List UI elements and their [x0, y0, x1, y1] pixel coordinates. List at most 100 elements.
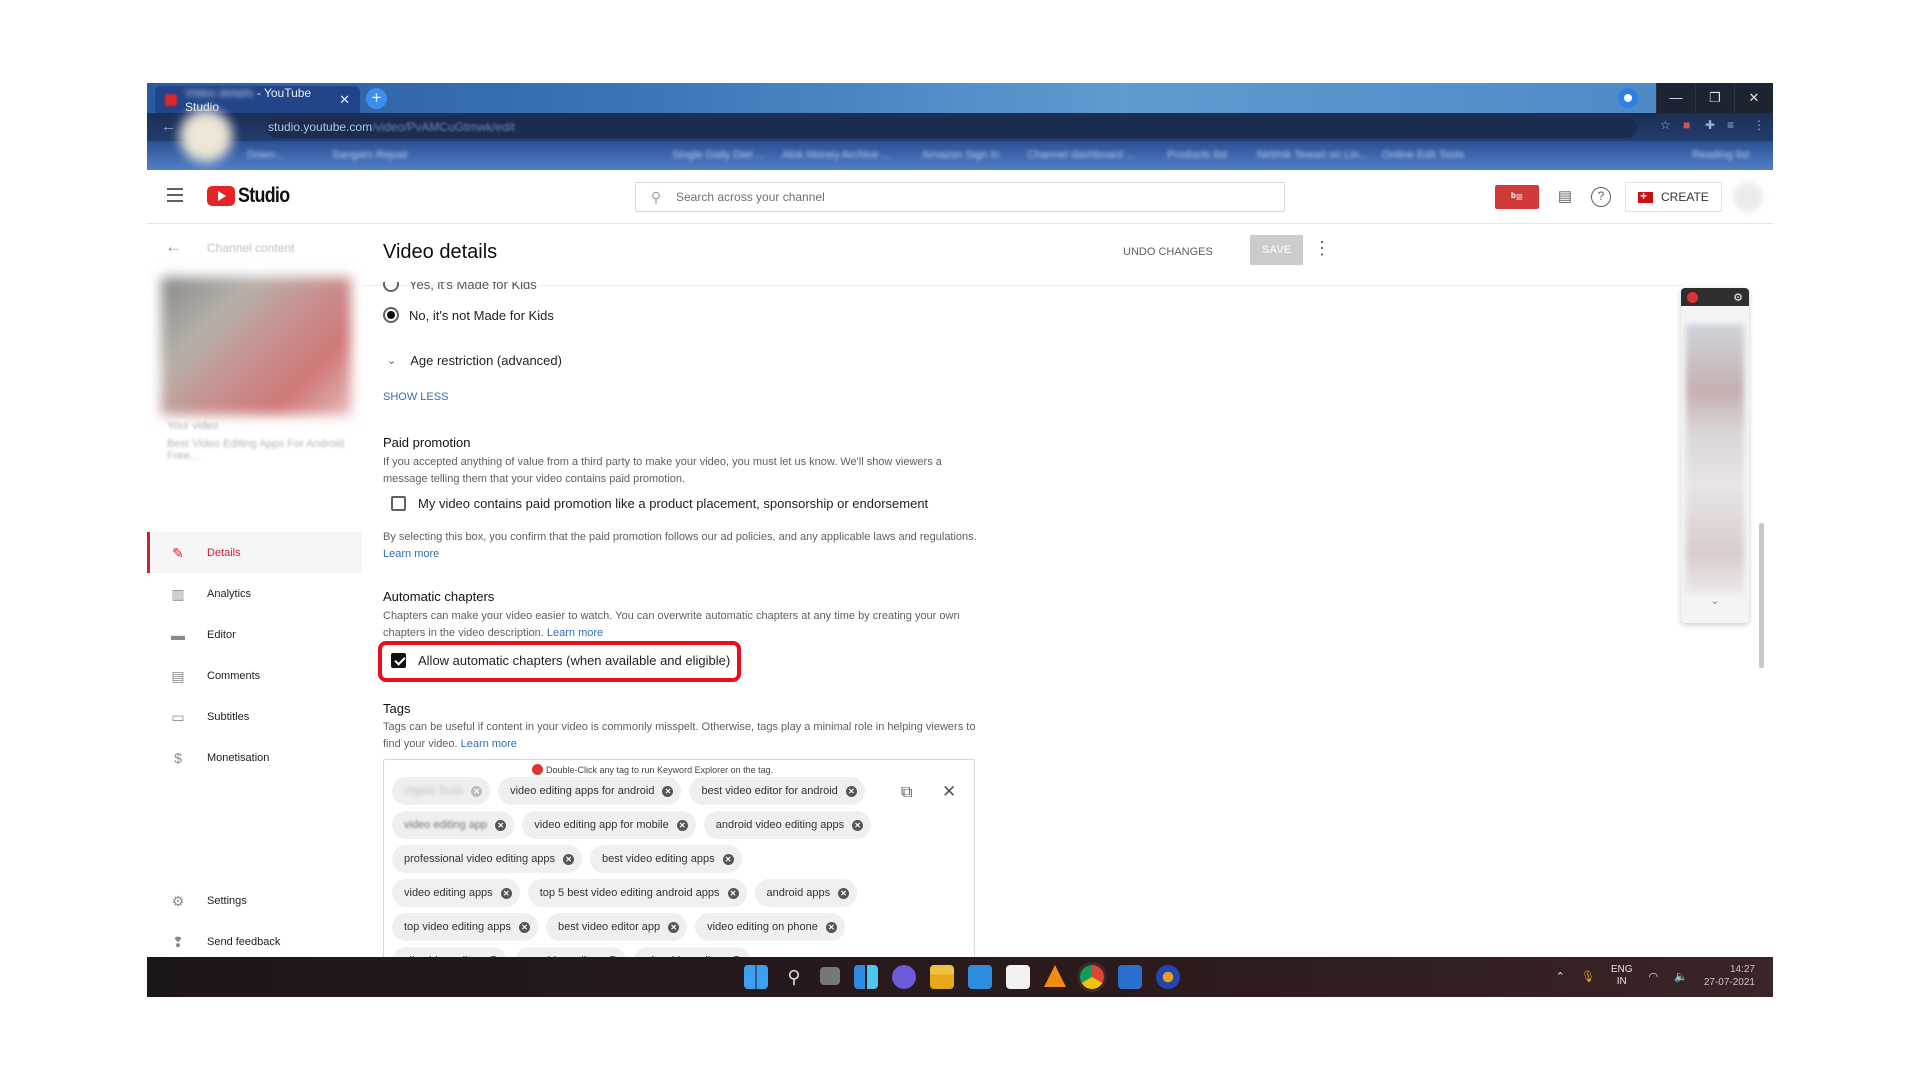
save-button[interactable]: SAVE: [1250, 235, 1303, 265]
microphone-icon[interactable]: 🎙: [1581, 970, 1595, 983]
close-tab-icon[interactable]: ✕: [339, 92, 350, 108]
copy-tags-icon[interactable]: ⧉: [901, 784, 912, 802]
video-thumbnail[interactable]: [161, 277, 351, 415]
gear-icon[interactable]: ⚙: [1733, 291, 1743, 304]
tag-chip[interactable]: best video editor for android ✕: [689, 777, 865, 805]
more-options-icon[interactable]: ⋮: [1313, 239, 1331, 257]
learn-more-link[interactable]: Learn more: [547, 627, 603, 639]
remove-tag-icon[interactable]: ✕: [563, 853, 575, 865]
hamburger-menu-icon[interactable]: [167, 188, 183, 202]
learn-more-link[interactable]: Learn more: [461, 738, 517, 750]
account-avatar[interactable]: [1733, 182, 1763, 212]
bookmark[interactable]: Online Edit Tools: [1382, 149, 1464, 161]
extensions-puzzle-icon[interactable]: ✚: [1705, 118, 1715, 132]
messages-icon[interactable]: ▤: [1555, 187, 1575, 207]
tag-chip[interactable]: video editing on phone ✕: [695, 913, 845, 941]
studio-logo[interactable]: Studio: [207, 184, 299, 208]
tag-chip[interactable]: best video editing apps ✕: [590, 845, 742, 873]
radio-made-for-kids[interactable]: Yes, it's Made for Kids: [383, 282, 537, 294]
remove-tag-icon[interactable]: ✕: [471, 785, 483, 797]
url-field[interactable]: studio.youtube.com/video/PvAMCuGtmwk/edi…: [267, 117, 1637, 138]
bookmark[interactable]: Products list: [1167, 149, 1227, 161]
tag-chip[interactable]: top video editing apps ✕: [392, 913, 539, 941]
create-button[interactable]: CREATE: [1625, 182, 1722, 212]
help-icon[interactable]: ?: [1591, 187, 1611, 207]
remove-tag-icon[interactable]: ✕: [727, 887, 739, 899]
remove-tag-icon[interactable]: ✕: [825, 921, 837, 933]
sidebar-item-settings[interactable]: ⚙ Settings: [147, 880, 362, 921]
vidiq-button[interactable]: ᵇ≡: [1495, 185, 1539, 209]
bookmark[interactable]: Channel dashboard ...: [1027, 149, 1135, 161]
chrome-icon[interactable]: [1080, 965, 1104, 989]
bookmark[interactable]: Sangam Repair: [332, 149, 408, 161]
clock[interactable]: 14:27 27-07-2021: [1704, 963, 1755, 989]
sidebar-item-monetisation[interactable]: $ Monetisation: [147, 737, 362, 778]
tag-chip[interactable]: best video editor app ✕: [546, 913, 688, 941]
star-icon[interactable]: ☆: [1660, 118, 1671, 132]
back-arrow-icon[interactable]: ←: [161, 118, 176, 135]
sidebar-item-details[interactable]: ✎ Details: [147, 532, 362, 573]
mail-icon[interactable]: [968, 965, 992, 989]
photos-icon[interactable]: [1118, 965, 1142, 989]
download-icon[interactable]: [1618, 88, 1638, 108]
remove-tag-icon[interactable]: ✕: [845, 785, 857, 797]
sidebar-item-send-feedback[interactable]: ❢ Send feedback: [147, 921, 362, 962]
tag-chip[interactable]: android apps ✕: [754, 879, 858, 907]
new-tab-button[interactable]: +: [366, 88, 387, 109]
back-arrow-icon[interactable]: ←: [165, 237, 182, 257]
close-window-button[interactable]: ✕: [1734, 83, 1773, 113]
bookmark[interactable]: Single Daily Diet ...: [672, 149, 765, 161]
remove-tag-icon[interactable]: ✕: [722, 853, 734, 865]
task-view-icon[interactable]: [820, 967, 840, 985]
sidebar-item-analytics[interactable]: ▥ Analytics: [147, 573, 362, 614]
tag-chip[interactable]: android video editing apps ✕: [703, 811, 872, 839]
vlc-icon[interactable]: [1044, 965, 1066, 987]
remove-tag-icon[interactable]: ✕: [676, 819, 688, 831]
search-input[interactable]: ⚲ Search across your channel: [635, 182, 1285, 212]
remove-tag-icon[interactable]: ✕: [668, 921, 680, 933]
sidebar-item-comments[interactable]: ▤ Comments: [147, 655, 362, 696]
language-indicator[interactable]: ENG IN: [1611, 964, 1633, 988]
remove-tag-icon[interactable]: ✕: [495, 819, 507, 831]
radio-not-made-for-kids[interactable]: No, it's not Made for Kids: [383, 307, 554, 323]
channel-content-link[interactable]: Channel content: [207, 241, 294, 255]
tag-chip[interactable]: Digital Tools ✕: [392, 777, 491, 805]
age-restriction-toggle[interactable]: ⌄ Age restriction (advanced): [387, 353, 562, 368]
sidebar-item-editor[interactable]: ▬ Editor: [147, 614, 362, 655]
file-explorer-icon[interactable]: [930, 965, 954, 989]
browser-menu-icon[interactable]: ⋮: [1753, 118, 1765, 132]
undo-changes-button[interactable]: UNDO CHANGES: [1123, 246, 1213, 258]
learn-more-link[interactable]: Learn more: [383, 548, 439, 560]
app-icon[interactable]: [1156, 965, 1180, 989]
restore-button[interactable]: ❐: [1695, 83, 1734, 113]
blurred-thumbnails[interactable]: [1686, 324, 1744, 594]
sidebar-item-subtitles[interactable]: ▭ Subtitles: [147, 696, 362, 737]
remove-tag-icon[interactable]: ✕: [500, 887, 512, 899]
vidiq-icon[interactable]: [1687, 291, 1698, 303]
remove-tag-icon[interactable]: ✕: [519, 921, 531, 933]
search-icon[interactable]: ⚲: [782, 965, 806, 989]
store-icon[interactable]: [1006, 965, 1030, 989]
paid-promotion-checkbox[interactable]: My video contains paid promotion like a …: [391, 496, 928, 511]
remove-tag-icon[interactable]: ✕: [852, 819, 864, 831]
show-less-link[interactable]: SHOW LESS: [383, 391, 448, 403]
minimize-button[interactable]: —: [1656, 83, 1695, 113]
vidiq-extension-icon[interactable]: ■: [1683, 118, 1690, 132]
wifi-icon[interactable]: ◠: [1649, 970, 1659, 983]
bookmark[interactable]: Alok Money Archive ...: [782, 149, 891, 161]
teams-chat-icon[interactable]: [892, 965, 916, 989]
tag-chip[interactable]: video editing app for mobile ✕: [522, 811, 696, 839]
remove-tag-icon[interactable]: ✕: [662, 785, 674, 797]
clear-tags-icon[interactable]: ✕: [942, 782, 956, 802]
page-scrollbar[interactable]: [1759, 523, 1764, 668]
remove-tag-icon[interactable]: ✕: [838, 887, 850, 899]
tag-chip[interactable]: top 5 best video editing android apps ✕: [527, 879, 747, 907]
windows-start-icon[interactable]: [744, 965, 768, 989]
bookmark[interactable]: Reading list: [1692, 149, 1749, 161]
tag-chip[interactable]: professional video editing apps ✕: [392, 845, 583, 873]
browser-tab-active[interactable]: Video details - YouTube Studio ✕: [155, 86, 360, 114]
tag-chip[interactable]: video editing apps ✕: [392, 879, 520, 907]
bookmark[interactable]: Amazon Sign In: [922, 149, 1000, 161]
chevron-up-icon[interactable]: ⌃: [1556, 970, 1565, 983]
volume-icon[interactable]: 🔈: [1674, 970, 1688, 983]
